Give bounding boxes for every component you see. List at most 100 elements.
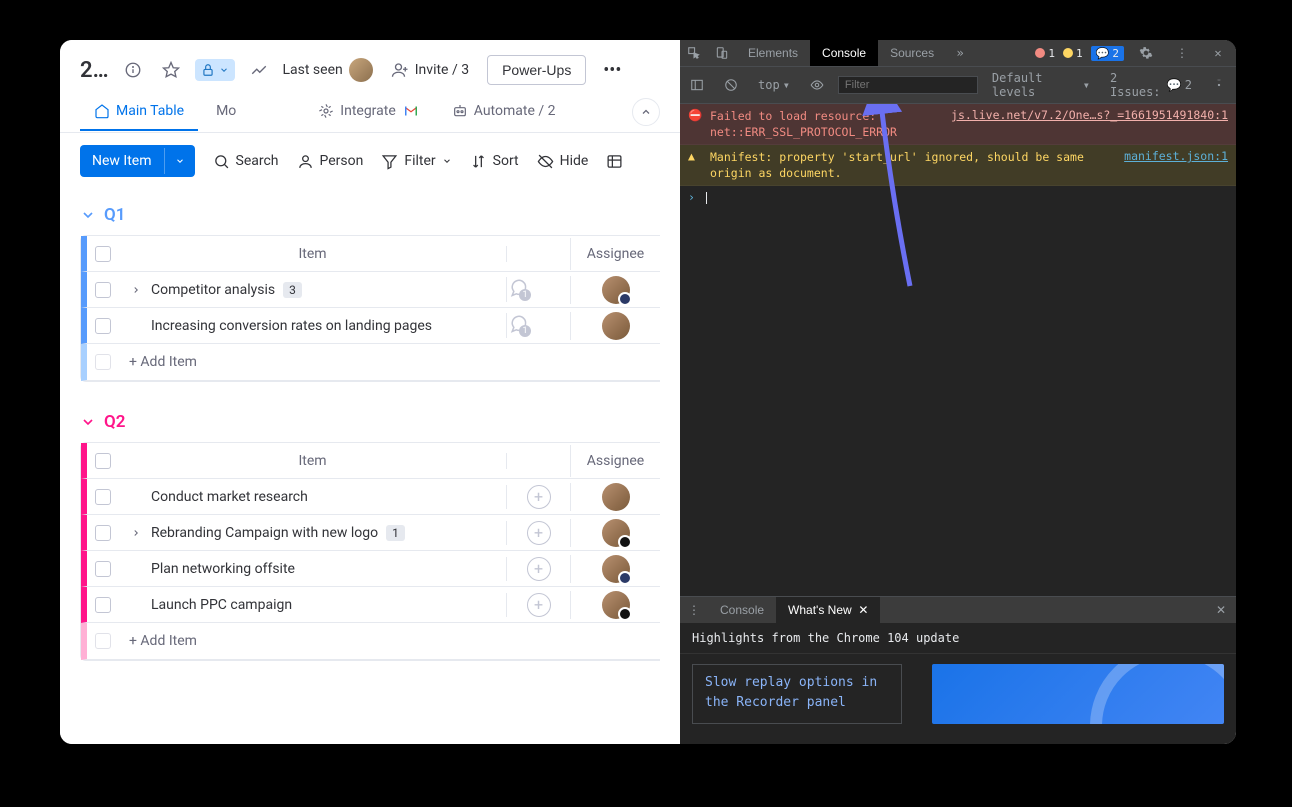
column-header-item[interactable]: Item — [119, 445, 506, 477]
add-conversation-icon[interactable]: + — [527, 593, 551, 617]
person-filter-button[interactable]: Person — [297, 153, 364, 170]
more-menu-icon[interactable]: ••• — [596, 54, 628, 86]
info-count-badge[interactable]: 💬2 — [1091, 46, 1124, 61]
tab-mo[interactable]: Mo — [202, 93, 250, 131]
add-conversation-icon[interactable]: + — [527, 557, 551, 581]
table-row[interactable]: Competitor analysis 3 1 — [81, 272, 660, 308]
last-seen[interactable]: Last seen — [283, 58, 373, 82]
row-checkbox[interactable] — [95, 318, 111, 334]
item-title[interactable]: Plan networking offsite — [151, 561, 295, 577]
permissions-chip[interactable] — [195, 59, 235, 81]
collapse-header-button[interactable] — [632, 98, 660, 126]
density-button[interactable] — [606, 153, 623, 170]
whatsnew-card[interactable]: Slow replay options in the Recorder pane… — [692, 664, 902, 724]
column-header-assignee[interactable]: Assignee — [570, 238, 660, 270]
search-label: Search — [236, 153, 279, 169]
expand-row-icon[interactable] — [129, 285, 143, 295]
devtools-close-icon[interactable]: ✕ — [1204, 46, 1232, 60]
live-expression-icon[interactable] — [804, 76, 830, 94]
tab-main-table[interactable]: Main Table — [80, 93, 198, 131]
row-checkbox[interactable] — [95, 597, 111, 613]
invite-label: Invite / 3 — [415, 62, 469, 78]
row-checkbox[interactable] — [95, 282, 111, 298]
log-levels-selector[interactable]: Default levels ▾ — [986, 69, 1096, 101]
star-icon[interactable] — [157, 56, 185, 84]
table-row[interactable]: Increasing conversion rates on landing p… — [81, 308, 660, 344]
group-header[interactable]: Q1 — [80, 205, 660, 225]
console-message[interactable]: ▲ Manifest: property 'start_url' ignored… — [680, 145, 1236, 186]
tab-integrate[interactable]: Integrate — [304, 92, 434, 132]
assignee-avatar[interactable] — [602, 276, 630, 304]
column-header-item[interactable]: Item — [119, 238, 506, 270]
sort-label: Sort — [493, 153, 519, 169]
item-title[interactable]: Conduct market research — [151, 489, 308, 505]
devtools-tab-sources[interactable]: Sources — [878, 40, 946, 66]
more-tabs-icon[interactable]: » — [946, 46, 974, 60]
console-prompt[interactable]: › — [680, 186, 1236, 208]
item-title[interactable]: Competitor analysis — [151, 282, 275, 298]
column-header-assignee[interactable]: Assignee — [570, 445, 660, 477]
drawer-tab-console[interactable]: Console — [708, 597, 776, 623]
item-title[interactable]: Launch PPC campaign — [151, 597, 292, 613]
board-title[interactable]: 2… — [80, 58, 109, 83]
console-sidebar-toggle-icon[interactable] — [684, 76, 710, 94]
row-checkbox[interactable] — [95, 489, 111, 505]
assignee-avatar[interactable] — [602, 519, 630, 547]
item-title[interactable]: Rebranding Campaign with new logo — [151, 525, 378, 541]
filter-button[interactable]: Filter — [381, 153, 451, 170]
table-row[interactable]: Launch PPC campaign + — [81, 587, 660, 623]
settings-icon[interactable] — [1132, 46, 1160, 60]
row-checkbox[interactable] — [95, 525, 111, 541]
powerups-button[interactable]: Power-Ups — [487, 55, 586, 85]
group-header[interactable]: Q2 — [80, 412, 660, 432]
inspect-element-icon[interactable] — [680, 46, 708, 60]
console-message-source[interactable]: manifest.json:1 — [1124, 149, 1228, 181]
issues-chip[interactable]: 2 Issues: 💬2 — [1104, 69, 1198, 101]
warning-count-badge[interactable]: 1 — [1063, 47, 1083, 60]
add-conversation-icon[interactable]: + — [527, 521, 551, 545]
console-settings-icon[interactable] — [1206, 76, 1232, 94]
clear-console-icon[interactable] — [718, 76, 744, 94]
item-title[interactable]: Increasing conversion rates on landing p… — [151, 318, 432, 334]
drawer-tab-whatsnew[interactable]: What's New ✕ — [776, 597, 880, 623]
error-icon: ⛔ — [688, 108, 702, 140]
device-toggle-icon[interactable] — [708, 46, 736, 60]
assignee-avatar[interactable] — [602, 312, 630, 340]
context-selector[interactable]: top ▾ — [752, 76, 796, 94]
assignee-avatar[interactable] — [602, 591, 630, 619]
add-item-button[interactable]: + Add Item — [119, 623, 506, 659]
console-message-source[interactable]: js.live.net/v7.2/One…s?_=1661951491840:1 — [951, 108, 1228, 140]
drawer-close-icon[interactable]: ✕ — [1206, 599, 1236, 621]
info-icon[interactable] — [119, 56, 147, 84]
table-row[interactable]: Rebranding Campaign with new logo 1 + — [81, 515, 660, 551]
select-all-checkbox[interactable] — [95, 246, 111, 262]
drawer-menu-icon[interactable]: ⋮ — [680, 603, 708, 617]
table-row[interactable]: Conduct market research + — [81, 479, 660, 515]
new-item-button[interactable]: New Item — [80, 145, 195, 177]
table-row[interactable]: Plan networking offsite + — [81, 551, 660, 587]
gmail-icon — [402, 102, 420, 120]
new-item-caret[interactable] — [164, 148, 195, 174]
select-all-checkbox[interactable] — [95, 453, 111, 469]
invite-button[interactable]: Invite / 3 — [383, 57, 477, 83]
conversation-icon[interactable]: 1 — [507, 313, 529, 335]
assignee-avatar[interactable] — [602, 555, 630, 583]
add-conversation-icon[interactable]: + — [527, 485, 551, 509]
search-button[interactable]: Search — [213, 153, 279, 170]
add-item-button[interactable]: + Add Item — [119, 344, 506, 380]
devtools-tab-console[interactable]: Console — [810, 40, 878, 66]
activity-icon[interactable] — [245, 56, 273, 84]
conversation-icon[interactable]: 1 — [507, 277, 529, 299]
context-label: top — [758, 78, 780, 92]
tab-automate[interactable]: Automate / 2 — [438, 93, 570, 131]
expand-row-icon[interactable] — [129, 528, 143, 538]
console-filter-input[interactable] — [838, 76, 978, 94]
row-checkbox[interactable] — [95, 561, 111, 577]
sort-button[interactable]: Sort — [470, 153, 519, 170]
hide-button[interactable]: Hide — [537, 153, 589, 170]
error-count-badge[interactable]: 1 — [1035, 47, 1055, 60]
console-message[interactable]: ⛔ Failed to load resource: net::ERR_SSL_… — [680, 104, 1236, 145]
devtools-tab-elements[interactable]: Elements — [736, 40, 810, 66]
devtools-menu-icon[interactable]: ⋮ — [1168, 46, 1196, 60]
assignee-avatar[interactable] — [602, 483, 630, 511]
